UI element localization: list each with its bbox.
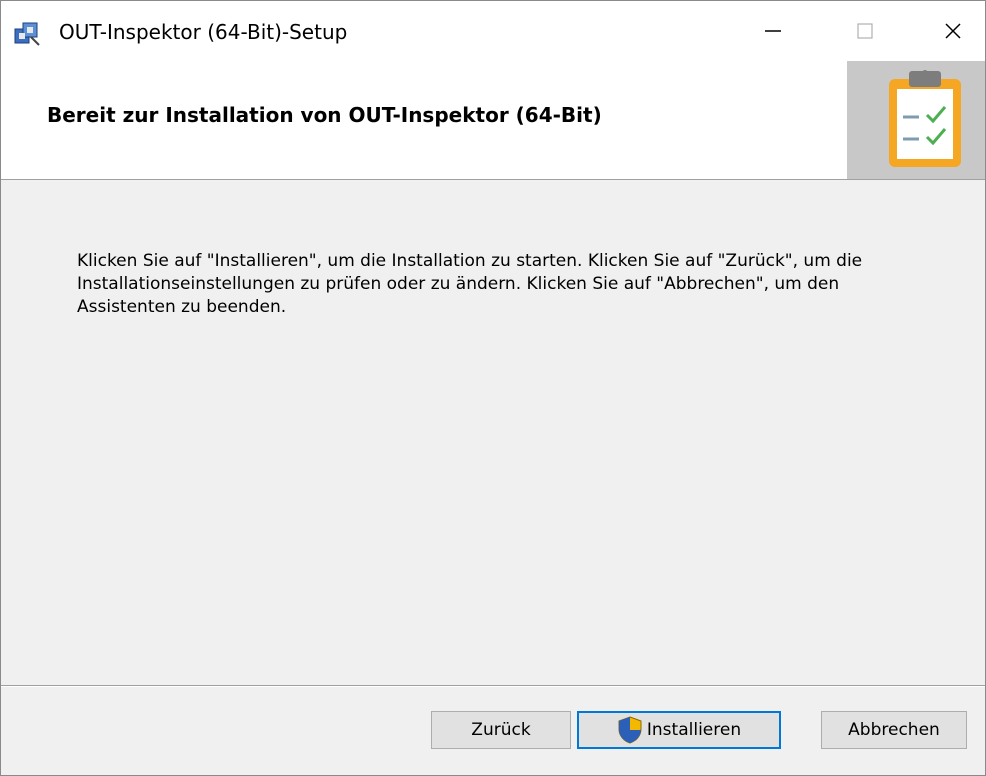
installer-package-icon	[13, 19, 41, 47]
uac-shield-icon	[617, 716, 643, 744]
install-button[interactable]: Installieren	[577, 711, 781, 749]
wizard-header: Bereit zur Installation von OUT-Inspekto…	[1, 61, 985, 180]
minimize-icon	[765, 30, 781, 32]
page-title: Bereit zur Installation von OUT-Inspekto…	[47, 103, 602, 127]
back-button[interactable]: Zurück	[431, 711, 571, 749]
cancel-button-label: Abbrechen	[848, 720, 940, 740]
install-button-label: Installieren	[646, 720, 742, 740]
wizard-body: Klicken Sie auf "Installieren", um die I…	[1, 180, 985, 683]
window-title: OUT-Inspektor (64-Bit)-Setup	[59, 20, 348, 44]
minimize-button[interactable]	[741, 1, 805, 61]
clipboard-checklist-icon	[889, 70, 961, 167]
close-button[interactable]	[921, 1, 985, 61]
setup-window: OUT-Inspektor (64-Bit)-Setup Bereit zur …	[0, 0, 986, 776]
instruction-text: Klicken Sie auf "Installieren", um die I…	[77, 251, 863, 317]
maximize-icon	[857, 23, 873, 39]
title-bar[interactable]: OUT-Inspektor (64-Bit)-Setup	[1, 1, 985, 61]
footer-divider	[1, 685, 985, 687]
back-button-label: Zurück	[471, 720, 531, 740]
close-icon	[945, 23, 961, 39]
header-graphic	[847, 61, 985, 179]
cancel-button[interactable]: Abbrechen	[821, 711, 967, 749]
maximize-button[interactable]	[833, 1, 897, 61]
